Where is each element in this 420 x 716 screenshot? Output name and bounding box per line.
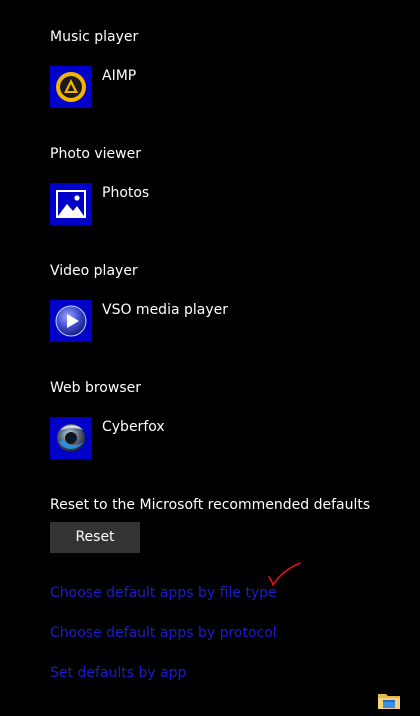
web-browser-label: Web browser: [50, 380, 141, 396]
video-player-app-button[interactable]: VSO media player: [50, 300, 228, 342]
music-player-app-button[interactable]: AIMP: [50, 66, 136, 108]
web-browser-app-button[interactable]: Cyberfox: [50, 417, 165, 459]
reset-defaults-label: Reset to the Microsoft recommended defau…: [50, 497, 371, 513]
video-player-label: Video player: [50, 263, 138, 279]
music-player-label: Music player: [50, 29, 139, 45]
photo-viewer-app-name: Photos: [102, 185, 150, 201]
photo-viewer-app-button[interactable]: Photos: [50, 183, 149, 225]
cyberfox-icon: [50, 417, 92, 459]
photos-icon: [50, 183, 92, 225]
aimp-icon: [50, 66, 92, 108]
reset-button[interactable]: Reset: [50, 522, 140, 553]
choose-default-apps-by-file-type-link[interactable]: Choose default apps by file type: [50, 584, 277, 602]
music-player-app-name: AIMP: [102, 68, 137, 84]
photo-viewer-label: Photo viewer: [50, 146, 141, 162]
red-checkmark-icon: [268, 562, 301, 586]
default-apps-page: Music player AIMP Photo viewer Photos Vi…: [0, 0, 420, 716]
choose-default-apps-by-protocol-link[interactable]: Choose default apps by protocol: [50, 624, 277, 642]
web-browser-app-name: Cyberfox: [102, 419, 165, 435]
set-defaults-by-app-link[interactable]: Set defaults by app: [50, 664, 186, 682]
video-player-app-name: VSO media player: [102, 302, 228, 318]
vso-media-player-icon: [50, 300, 92, 342]
file-explorer-icon[interactable]: [377, 689, 401, 711]
